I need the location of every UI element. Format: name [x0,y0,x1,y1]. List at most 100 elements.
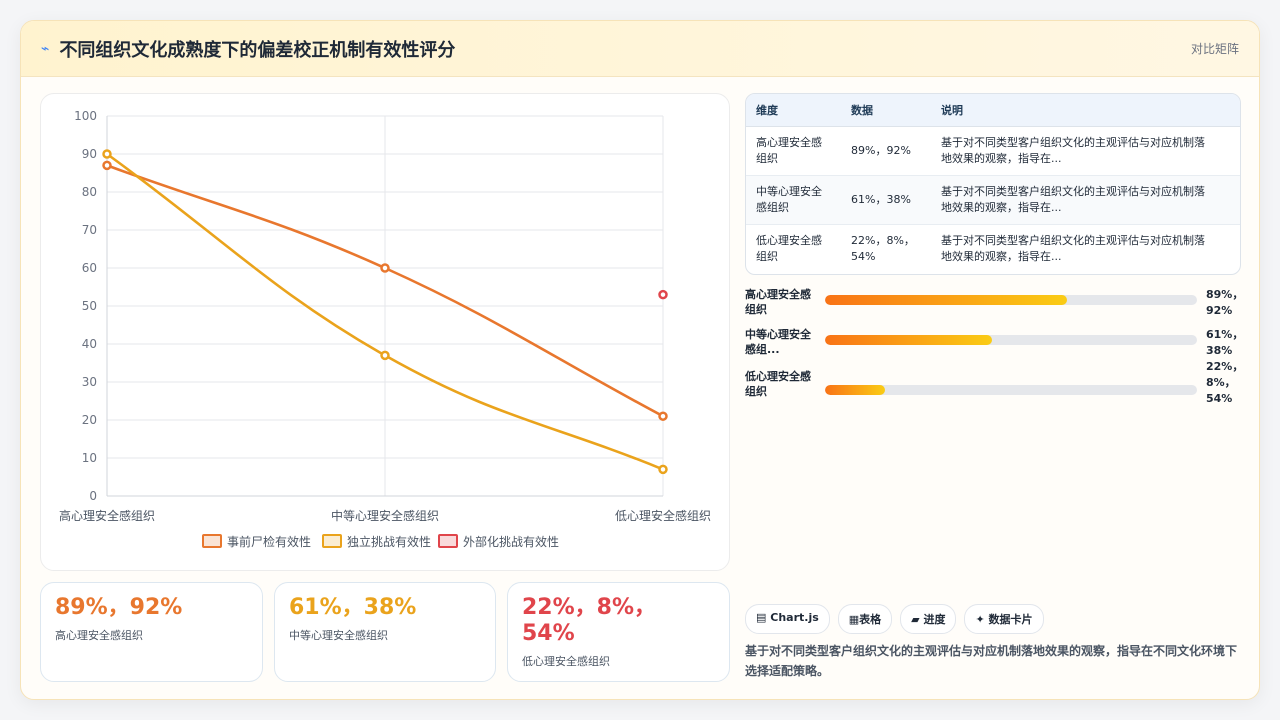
y-tick-label: 70 [82,223,97,237]
progress-track [825,335,1197,345]
data-table: 维度 数据 说明 高心理安全感 组织 89%，92% 基于对不同类型客户组织文化的… [745,93,1241,275]
legend-swatch [438,534,458,548]
header: ⌁ 不同组织文化成熟度下的偏差校正机制有效性评分 对比矩阵 [21,21,1259,77]
x-tick-label: 高心理安全感组织 [59,508,155,523]
stat-label: 低心理安全感组织 [522,655,610,668]
table-header-cell: 维度 [746,94,841,127]
table-cell-desc: 基于对不同类型客户组织文化的主观评估与对应机制落 地效果的观察，指导在... [931,126,1240,176]
legend-label: 外部化挑战有效性 [463,534,559,549]
progress-label-line: 感组... [745,343,780,356]
progress-label-line: 组织 [745,303,767,316]
progress-value: 22%， 8%， 54% [1206,359,1243,407]
progress-label-line: 中等心理安全 [745,328,811,341]
table-icon: ▦ [848,613,860,626]
table-row: 高心理安全感 组织 89%，92% 基于对不同类型客户组织文化的主观评估与对应机制… [746,126,1240,176]
chart-icon: ▤ [756,611,767,624]
cell-line: 组织 [756,249,778,263]
chip-label: 进度 [923,613,946,626]
cell-line: 高心理安全感 [756,135,822,149]
tech-chips: ▤ Chart.js ▦表格 ▰ 进度 ✦ 数据卡片 [745,604,1044,634]
legend-label: 独立挑战有效性 [347,534,431,549]
view-badge[interactable]: 对比矩阵 [1191,40,1239,57]
chip-chartjs[interactable]: ▤ Chart.js [745,604,830,634]
progress-value-line: 8%， [1206,376,1236,389]
table-header-row: 维度 数据 说明 [746,94,1240,127]
line-chart: 0 10 20 30 40 50 60 70 80 90 100 高心理安全感组织 中等心理安全感组织 低… [59,109,711,549]
stat-value: 22%，8%， 54% [522,595,715,647]
progress-label-line: 高心理安全感 [745,288,811,301]
x-tick-label: 中等心理安全感组织 [331,508,439,523]
chip-progress[interactable]: ▰ 进度 [900,604,957,634]
progress-label-line: 组织 [745,385,767,398]
table-row: 低心理安全感 组织 22%，8%， 54% 基于对不同类型客户组织文化的主观评估与对… [746,224,1240,273]
table-cell-data: 22%，8%， 54% [841,224,931,273]
chip-table[interactable]: ▦表格 [837,604,893,634]
sparkle-icon: ✦ [975,613,985,626]
y-tick-label: 80 [82,185,97,199]
progress-fill [825,385,885,395]
cell-line: 感组织 [756,200,789,214]
table-row: 中等心理安全 感组织 61%，38% 基于对不同类型客户组织文化的主观评估与对应机… [746,175,1240,225]
chip-data-card[interactable]: ✦ 数据卡片 [964,604,1044,634]
legend-label: 事前尸检有效性 [227,534,311,549]
x-tick-label: 低心理安全感组织 [615,508,711,523]
cell-line: 组织 [756,151,778,165]
table-header-cell: 数据 [841,94,931,127]
y-tick-label: 60 [82,261,97,275]
progress-row: 高心理安全感 组织 89%， 92% [745,287,1243,319]
stat-value-line: 54% [522,621,575,646]
cell-line: 地效果的观察，指导在... [941,249,1062,263]
dashboard-card: ⌁ 不同组织文化成熟度下的偏差校正机制有效性评分 对比矩阵 0 10 20 30 40 5… [20,20,1260,700]
data-point [658,464,668,475]
stat-card-medium: 61%，38% 中等心理安全感组织 [274,582,496,682]
progress-value-line: 89%， [1206,288,1244,301]
progress-value-line: 22%， [1206,360,1244,373]
progress-label: 中等心理安全 感组... [745,327,825,357]
data-point [658,289,668,300]
legend-swatch [322,534,342,548]
cell-line: 低心理安全感 [756,233,822,247]
progress-track [825,295,1197,305]
progress-value: 61%， 38% [1206,327,1243,359]
stat-label: 中等心理安全感组织 [289,629,388,642]
chip-label: Chart.js [770,611,819,624]
progress-label-line: 低心理安全感 [745,370,811,383]
table-cell-data: 61%，38% [841,175,931,225]
cell-line: 54% [851,249,876,263]
progress-row: 低心理安全感 组织 22%， 8%， 54% [745,360,1243,405]
y-tick-label: 30 [82,375,97,389]
stat-value: 61%，38% [289,595,417,620]
progress-value: 89%， 92% [1206,287,1243,319]
progress-fill [825,295,1067,305]
progress-row: 中等心理安全 感组... 61%， 38% [745,327,1243,359]
progress-label: 高心理安全感 组织 [745,287,825,317]
table-cell-dimension: 低心理安全感 组织 [746,224,841,273]
cell-line: 地效果的观察，指导在... [941,151,1062,165]
progress-value-line: 54% [1206,392,1233,405]
y-tick-label: 20 [82,413,97,427]
y-tick-label: 50 [82,299,97,313]
description: 基于对不同类型客户组织文化的主观评估与对应机制落地效果的观察，指导在不同文化环境… [745,644,1238,678]
y-tick-label: 90 [82,147,97,161]
table-header-cell: 说明 [931,94,1240,127]
progress-value-line: 92% [1206,304,1233,317]
progress-fill [825,335,993,345]
cell-line: 89%，92% [851,143,911,157]
cell-line: 基于对不同类型客户组织文化的主观评估与对应机制落 [941,184,1205,198]
cell-line: 22%，8%， [851,233,915,247]
data-point [102,149,112,159]
y-tick-label: 40 [82,337,97,351]
cell-line: 基于对不同类型客户组织文化的主观评估与对应机制落 [941,135,1205,149]
stat-value: 89%，92% [55,595,183,620]
progress-value-line: 61%， [1206,328,1244,341]
cell-line: 基于对不同类型客户组织文化的主观评估与对应机制落 [941,233,1205,247]
page-title: 不同组织文化成熟度下的偏差校正机制有效性评分 [59,39,456,61]
progress-label: 低心理安全感 组织 [745,369,825,399]
progress-icon: ▰ [911,613,920,626]
data-point [102,160,112,171]
chip-label: 数据卡片 [988,613,1033,626]
legend-swatch [202,534,222,548]
chip-label: 表格 [859,613,882,626]
cell-line: 61%，38% [851,192,911,206]
stat-value-line: 22%，8%， [522,595,657,620]
